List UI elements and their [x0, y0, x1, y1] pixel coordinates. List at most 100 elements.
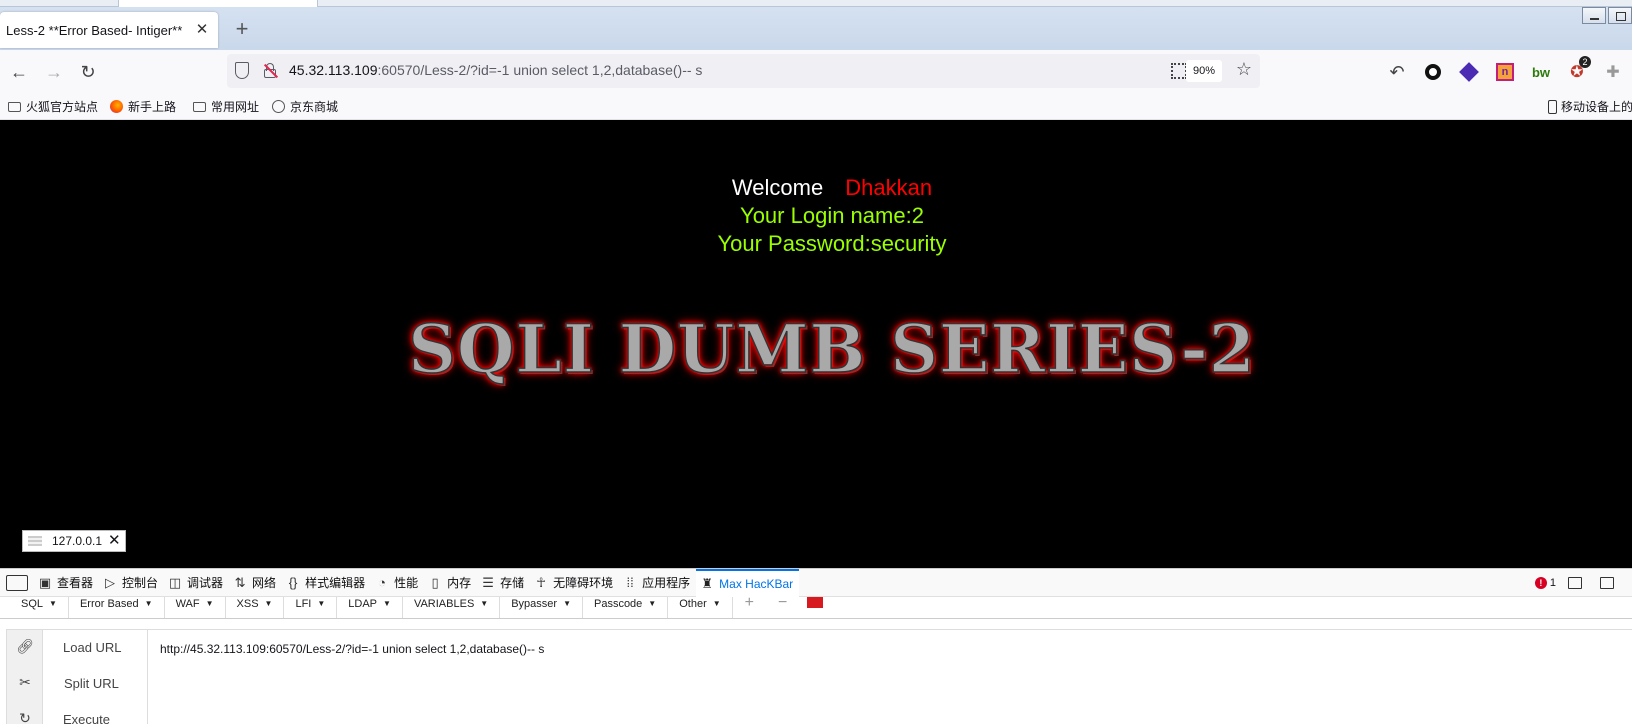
- dock-side-icon[interactable]: [1568, 577, 1582, 589]
- tab-storage[interactable]: ☰ 存储: [477, 569, 530, 597]
- scissors-icon[interactable]: ✂: [7, 674, 43, 691]
- firefox-icon: [110, 100, 123, 113]
- tracking-shield-icon[interactable]: [235, 62, 249, 79]
- minimize-button[interactable]: [1582, 7, 1606, 24]
- error-icon: !: [1534, 577, 1547, 589]
- menu-xss[interactable]: XSS ▼: [226, 597, 285, 618]
- diamond-extension-icon[interactable]: [1457, 60, 1481, 84]
- tab-inspector[interactable]: ▣ 查看器: [34, 569, 99, 597]
- hackbar-url-input[interactable]: http://45.32.113.109:60570/Less-2/?id=-1…: [147, 630, 1632, 724]
- tab-label: 网络: [252, 576, 277, 590]
- accessibility-icon: ☥: [536, 574, 546, 590]
- debugger-icon: ◫: [168, 574, 182, 590]
- ring-extension-icon[interactable]: [1421, 60, 1445, 84]
- maximize-button[interactable]: [1608, 7, 1632, 24]
- browser-tab-active[interactable]: Less-2 **Error Based- Intiger** ✕: [0, 12, 218, 48]
- menu-bypasser[interactable]: Bypasser ▼: [500, 597, 583, 618]
- split-url-button[interactable]: Split URL: [64, 676, 119, 691]
- tab-label: 性能: [394, 576, 419, 590]
- tab-memory[interactable]: ▯ 内存: [424, 569, 477, 597]
- globe-icon: [272, 100, 285, 113]
- flag-icon[interactable]: [807, 597, 824, 608]
- bookmark-star-icon[interactable]: ☆: [1236, 59, 1252, 80]
- extensions-puzzle-icon[interactable]: ✚: [1601, 60, 1625, 84]
- url-text[interactable]: 45.32.113.109:60570/Less-2/?id=-1 union …: [289, 62, 702, 78]
- tab-debugger[interactable]: ◫ 调试器: [164, 569, 229, 597]
- tab-network[interactable]: ⇅ 网络: [229, 569, 282, 597]
- memory-icon: ▯: [431, 574, 439, 590]
- devtools-right-controls: ! 1: [1534, 569, 1632, 597]
- menu-label: Passcode: [593, 598, 643, 610]
- devtools-tabbar: ▣ 查看器 ▷ 控制台 ◫ 调试器 ⇅ 网络 {} 样式编辑器 ◔ 性能 ▯ 内存 ☰ 存储 ☥…: [0, 568, 1632, 597]
- hackbar-action-column: 🔗︎ ✂ ↻: [7, 630, 43, 724]
- bookmark-item[interactable]: 常用网址: [193, 98, 259, 115]
- tab-console[interactable]: ▷ 控制台: [99, 569, 164, 597]
- menu-label: SQL: [21, 598, 44, 610]
- navigation-bar: ← → ↻ 45.32.113.109:60570/Less-2/?id=-1 …: [0, 50, 1632, 94]
- execute-button[interactable]: Execute: [63, 712, 110, 724]
- mobile-device-icon: [1548, 99, 1557, 114]
- bookmark-item[interactable]: 火狐官方站点: [8, 98, 98, 115]
- close-icon[interactable]: ✕: [108, 533, 121, 548]
- window-top-edge: [0, 0, 1632, 7]
- caret-down-icon: ▼: [648, 599, 657, 608]
- link-icon[interactable]: 🔗︎: [7, 638, 43, 655]
- tab-label: Max HacKBar: [719, 576, 794, 591]
- load-url-button[interactable]: Load URL: [63, 640, 122, 655]
- execute-icon[interactable]: ↻: [7, 710, 43, 724]
- menu-ldap[interactable]: LDAP ▼: [337, 597, 403, 618]
- caret-down-icon: ▼: [144, 599, 153, 608]
- menu-variables[interactable]: VARIABLES ▼: [403, 597, 501, 618]
- error-count: 1: [1549, 577, 1556, 589]
- menu-error-based[interactable]: Error Based ▼: [69, 597, 165, 618]
- menu-sql[interactable]: SQL ▼: [10, 597, 69, 618]
- mobile-bookmarks[interactable]: 移动设备上的: [1548, 98, 1632, 115]
- comment-extension-icon[interactable]: ✪ 2: [1565, 56, 1591, 84]
- undo-icon[interactable]: ↶: [1385, 60, 1409, 84]
- status-host: 127.0.0.1: [52, 534, 103, 548]
- reload-button[interactable]: ↻: [76, 60, 100, 84]
- bookmark-item[interactable]: 新手上路: [110, 98, 176, 115]
- welcome-name: Dhakkan: [845, 175, 933, 200]
- tab-close-icon[interactable]: ✕: [194, 22, 210, 38]
- bookmark-label: 常用网址: [211, 100, 260, 114]
- insecure-lock-icon[interactable]: [263, 63, 279, 79]
- menu-label: WAF: [175, 598, 200, 610]
- zoom-level-button[interactable]: 90%: [1185, 60, 1222, 82]
- n-extension-icon[interactable]: n: [1493, 60, 1517, 84]
- console-icon: ▷: [105, 574, 116, 590]
- error-counter[interactable]: ! 1: [1534, 577, 1556, 589]
- split-console-icon[interactable]: [1600, 577, 1614, 589]
- back-button[interactable]: ←: [7, 60, 31, 84]
- qr-code-icon[interactable]: [1171, 63, 1187, 79]
- network-icon: ⇅: [234, 574, 246, 590]
- tab-application[interactable]: ⁞⁞ 应用程序: [619, 569, 696, 597]
- window-controls: [1580, 7, 1632, 24]
- tab-performance[interactable]: ◔ 性能: [371, 569, 424, 597]
- menu-passcode[interactable]: Passcode ▼: [583, 597, 669, 618]
- menu-waf[interactable]: WAF ▼: [165, 597, 226, 618]
- mobile-bookmarks-label: 移动设备上的: [1561, 100, 1632, 114]
- tab-accessibility[interactable]: ☥ 无障碍环境: [530, 569, 619, 597]
- forward-button[interactable]: →: [42, 60, 66, 84]
- welcome-line: Welcome Dhakkan: [0, 175, 1632, 201]
- bookmark-item[interactable]: 京东商城: [272, 98, 338, 115]
- menu-label: Bypasser: [511, 598, 558, 610]
- tab-style-editor[interactable]: {} 样式编辑器: [282, 569, 371, 597]
- menu-label: VARIABLES: [413, 598, 475, 610]
- new-tab-button[interactable]: +: [230, 18, 254, 42]
- network-icon: [28, 536, 42, 546]
- caret-down-icon: ▼: [480, 599, 489, 608]
- menu-lfi[interactable]: LFI ▼: [284, 597, 338, 618]
- bw-extension-icon[interactable]: bw: [1529, 60, 1553, 84]
- extension-badge: 2: [1579, 56, 1591, 68]
- url-bar[interactable]: 45.32.113.109:60570/Less-2/?id=-1 union …: [227, 54, 1260, 88]
- hackbar-panel: 🔗︎ ✂ ↻ Load URL Split URL Execute http:/…: [6, 629, 1632, 724]
- plus-icon[interactable]: +: [733, 595, 766, 618]
- tab-max-hackbar[interactable]: ♜ Max HacKBar: [696, 568, 800, 597]
- menu-other[interactable]: Other ▼: [668, 597, 733, 618]
- menu-label: Error Based: [79, 598, 139, 610]
- minus-icon[interactable]: −: [766, 595, 799, 618]
- element-picker-icon[interactable]: [6, 574, 28, 591]
- menu-label: Other: [679, 598, 707, 610]
